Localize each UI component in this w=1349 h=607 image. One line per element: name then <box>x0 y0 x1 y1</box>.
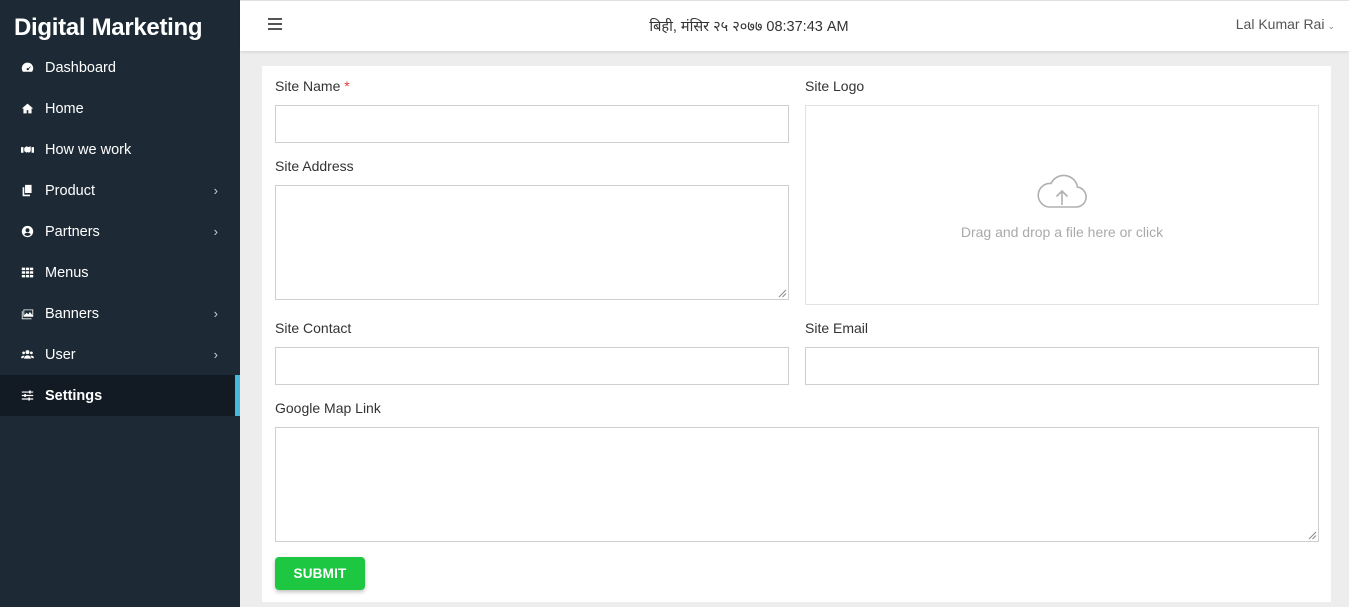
copy-icon <box>19 183 35 199</box>
chevron-right-icon: › <box>213 305 218 321</box>
users-icon <box>19 347 35 363</box>
sliders-icon <box>19 388 35 404</box>
sidebar-nav: Dashboard Home How we work Product › Par… <box>0 47 240 416</box>
sidebar-item-product[interactable]: Product › <box>0 170 240 211</box>
nepali-datetime: बिही, मंसिर २५ २०७७ 08:37:43 AM <box>649 19 849 35</box>
sidebar-item-partners[interactable]: Partners › <box>0 211 240 252</box>
sidebar-item-how-we-work[interactable]: How we work <box>0 129 240 170</box>
sidebar-item-label: Banners <box>45 305 100 322</box>
sidebar: Digital Marketing Dashboard Home How we … <box>0 0 240 607</box>
chevron-right-icon: › <box>213 182 218 198</box>
site-logo-dropzone[interactable]: Drag and drop a file here or click <box>805 105 1319 305</box>
site-name-input[interactable] <box>275 105 789 143</box>
sidebar-item-dashboard[interactable]: Dashboard <box>0 47 240 88</box>
user-menu[interactable]: Lal Kumar Rai ⌄ <box>1236 16 1335 32</box>
sidebar-item-settings[interactable]: Settings <box>0 375 240 416</box>
site-address-label: Site Address <box>275 158 354 174</box>
chevron-right-icon: › <box>213 346 218 362</box>
site-logo-label: Site Logo <box>805 78 865 94</box>
user-name: Lal Kumar Rai <box>1235 16 1325 32</box>
sidebar-item-label: Home <box>45 100 84 117</box>
sidebar-item-label: Menus <box>45 264 89 281</box>
sidebar-item-banners[interactable]: Banners › <box>0 293 240 334</box>
cloud-upload-icon <box>1037 174 1087 208</box>
submit-button[interactable]: SUBMIT <box>275 557 365 590</box>
settings-form: Site Name * Site Address Site Logo Drag … <box>262 66 1331 602</box>
home-icon <box>19 101 35 117</box>
site-address-textarea[interactable] <box>275 185 789 300</box>
google-map-textarea[interactable] <box>275 427 1319 542</box>
sidebar-item-label: Product <box>45 182 95 199</box>
site-email-input[interactable] <box>805 347 1319 385</box>
sidebar-item-label: Dashboard <box>45 59 116 76</box>
images-icon <box>19 306 35 322</box>
resize-handle-icon[interactable] <box>1308 531 1317 540</box>
sidebar-item-user[interactable]: User › <box>0 334 240 375</box>
user-circle-icon <box>19 224 35 240</box>
google-map-label: Google Map Link <box>275 400 381 416</box>
required-mark: * <box>344 78 350 94</box>
resize-handle-icon[interactable] <box>778 289 787 298</box>
sidebar-item-label: User <box>45 346 76 363</box>
dropzone-text: Drag and drop a file here or click <box>960 224 1164 240</box>
chevron-down-icon: ⌄ <box>1327 21 1335 31</box>
handshake-icon <box>19 142 35 158</box>
sidebar-item-home[interactable]: Home <box>0 88 240 129</box>
grid-icon <box>19 265 35 281</box>
site-name-label-text: Site Name <box>275 78 341 94</box>
sidebar-item-label: Partners <box>45 223 100 240</box>
chevron-right-icon: › <box>213 223 218 239</box>
site-name-label: Site Name * <box>275 78 350 94</box>
topbar: बिही, मंसिर २५ २०७७ 08:37:43 AM Lal Kuma… <box>240 0 1349 51</box>
sidebar-item-menus[interactable]: Menus <box>0 252 240 293</box>
sidebar-item-label: How we work <box>45 141 132 158</box>
brand-title[interactable]: Digital Marketing <box>14 14 203 42</box>
site-contact-input[interactable] <box>275 347 789 385</box>
sidebar-item-label: Settings <box>45 387 103 404</box>
dashboard-icon <box>19 60 35 76</box>
site-contact-label: Site Contact <box>275 320 352 336</box>
site-email-label: Site Email <box>805 320 869 336</box>
